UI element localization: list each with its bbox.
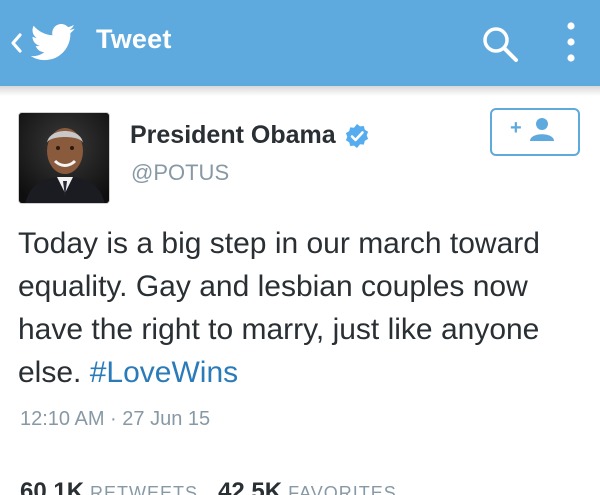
retweets-label[interactable]: RETWEETS xyxy=(90,483,198,495)
hashtag-link[interactable]: #LoveWins xyxy=(90,356,238,389)
retweets-count[interactable]: 60.1K xyxy=(20,478,84,495)
tweet-stats: 60.1K RETWEETS 42.5K FAVORITES xyxy=(20,478,590,495)
tweet-text: Today is a big step in our march toward … xyxy=(18,222,588,394)
tweet-screen: Tweet President Obama @POTUS + Today is … xyxy=(0,0,600,495)
verified-badge-icon xyxy=(344,123,370,149)
more-vertical-icon xyxy=(556,22,586,72)
overflow-menu-button[interactable] xyxy=(556,18,586,68)
favorites-label[interactable]: FAVORITES xyxy=(288,483,397,495)
add-user-icon: + xyxy=(508,115,562,150)
author-handle[interactable]: @POTUS xyxy=(131,160,229,186)
top-app-bar: Tweet xyxy=(0,0,600,86)
chevron-left-icon xyxy=(4,28,28,58)
favorites-count[interactable]: 42.5K xyxy=(218,478,282,495)
back-button[interactable] xyxy=(4,20,84,66)
author-name-text: President Obama xyxy=(130,121,336,149)
page-title: Tweet xyxy=(96,24,172,54)
search-button[interactable] xyxy=(478,22,522,66)
tweet-timestamp: 12:10 AM · 27 Jun 15 xyxy=(20,408,211,430)
top-bar-shadow xyxy=(0,86,600,96)
svg-text:+: + xyxy=(510,117,522,139)
avatar[interactable] xyxy=(18,112,110,204)
twitter-bird-icon xyxy=(30,23,76,63)
author-name[interactable]: President Obama xyxy=(130,121,370,150)
search-icon xyxy=(478,27,522,70)
follow-button[interactable]: + xyxy=(490,108,580,156)
